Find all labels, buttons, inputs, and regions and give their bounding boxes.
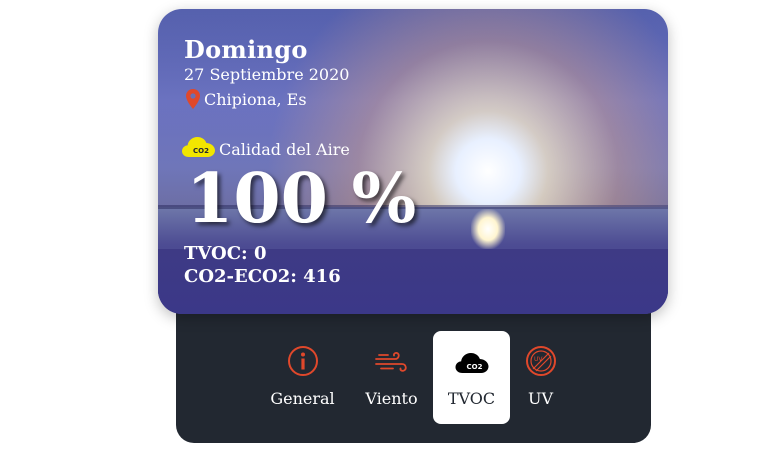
tab-tvoc-label: TVOC [447, 389, 496, 408]
weather-card: Domingo 27 Septiembre 2020 Chipiona, Es … [158, 9, 668, 314]
air-quality-value: 100 % [186, 159, 417, 239]
tab-uv-label: UV [527, 389, 554, 408]
location-pin-icon [186, 89, 200, 109]
day-title: Domingo [184, 35, 308, 64]
tab-general-label: General [270, 389, 335, 408]
air-quality-heading: CO2 Calidad del Aire [182, 133, 350, 159]
air-quality-label: Calidad del Aire [219, 140, 350, 159]
wind-icon [374, 352, 407, 372]
svg-text:UV: UV [534, 356, 543, 363]
location: Chipiona, Es [186, 89, 307, 109]
co2-badge-text: CO2 [466, 363, 482, 371]
co2-cloud-icon: CO2 [182, 137, 215, 157]
tab-uv[interactable]: UV UV [502, 331, 579, 424]
co2-cloud-icon: CO2 [455, 353, 488, 373]
co2-badge-text: CO2 [193, 147, 209, 155]
tab-viento-label: Viento [365, 389, 418, 408]
tab-tvoc[interactable]: CO2 TVOC [433, 331, 510, 424]
location-label: Chipiona, Es [204, 89, 307, 109]
tab-general[interactable]: General [264, 331, 341, 424]
tvoc-value: TVOC: 0 [184, 243, 267, 264]
info-icon [287, 346, 318, 376]
date-label: 27 Septiembre 2020 [184, 65, 350, 84]
weather-content: Domingo 27 Septiembre 2020 Chipiona, Es … [158, 9, 668, 314]
tab-viento[interactable]: Viento [353, 331, 430, 424]
uv-icon: UV [525, 346, 556, 376]
co2-value: CO2-ECO2: 416 [184, 266, 341, 287]
